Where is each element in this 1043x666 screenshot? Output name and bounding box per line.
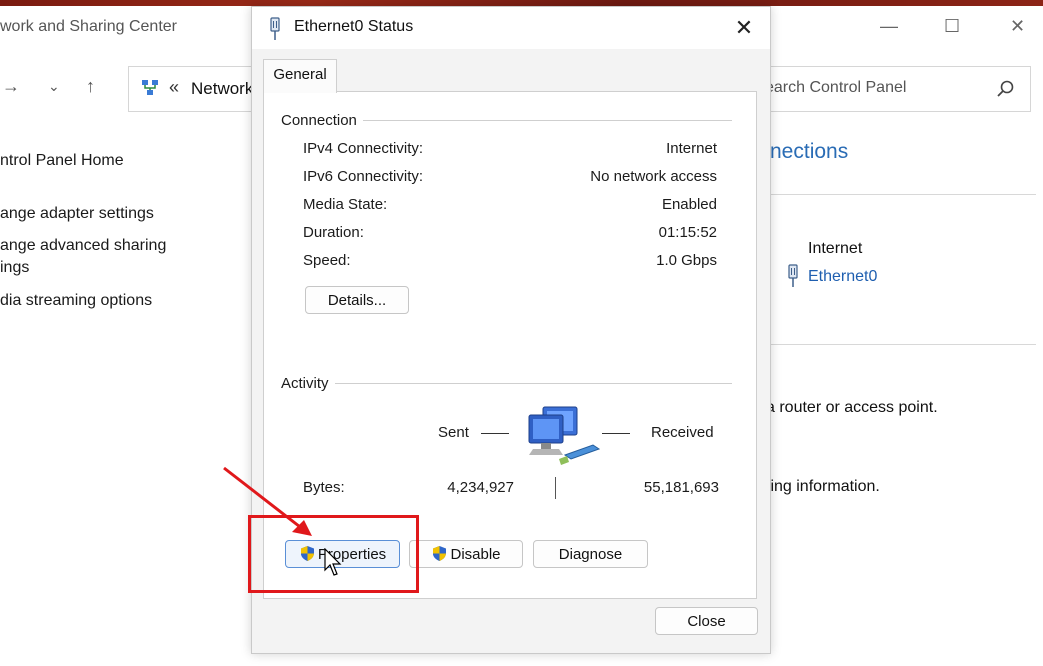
address-bar[interactable]: « Network — [128, 66, 269, 112]
duration-label: Duration: — [303, 224, 364, 241]
up-button[interactable]: ↑ — [86, 76, 95, 97]
ethernet0-link[interactable]: Ethernet0 — [808, 268, 877, 286]
change-advanced-sharing-link-line2[interactable]: ings — [0, 257, 29, 279]
received-label: Received — [651, 424, 714, 441]
mouse-cursor-icon — [324, 548, 342, 576]
bytes-sent-value: 4,234,927 — [447, 479, 514, 496]
tab-general[interactable]: General — [263, 59, 337, 93]
duration-value: 01:15:52 — [658, 224, 717, 241]
connection-group-label: Connection — [281, 112, 363, 129]
recent-dropdown-button[interactable]: ⌄ — [48, 78, 60, 95]
close-button[interactable]: ✕ — [1010, 16, 1025, 37]
divider — [768, 344, 1036, 345]
change-advanced-sharing-link[interactable]: ange advanced sharing — [0, 235, 166, 257]
close-button[interactable]: Close — [655, 607, 758, 635]
troubleshoot-description-text: ting information. — [766, 478, 880, 495]
bytes-separator — [555, 477, 556, 499]
disable-button-label: Disable — [450, 546, 501, 563]
ipv4-connectivity-value: Internet — [666, 140, 717, 157]
dialog-title: Ethernet0 Status — [294, 18, 414, 35]
activity-group-line — [282, 383, 732, 384]
minimize-button[interactable]: — — [880, 16, 898, 37]
address-separator: « — [169, 77, 180, 97]
window-title: work and Sharing Center — [0, 18, 177, 35]
sent-label: Sent — [438, 424, 469, 441]
network-type-value: Internet — [808, 240, 863, 257]
media-state-value: Enabled — [661, 196, 717, 213]
media-streaming-options-link[interactable]: dia streaming options — [0, 290, 152, 312]
dialog-titlebar[interactable]: Ethernet0 Status ✕ — [252, 7, 770, 49]
search-box[interactable]: earch Control Panel — [760, 66, 1031, 112]
received-line — [602, 433, 630, 434]
details-button[interactable]: Details... — [305, 286, 409, 314]
sent-line — [481, 433, 509, 434]
maximize-button[interactable]: ☐ — [944, 16, 960, 37]
network-activity-icon — [528, 406, 601, 465]
setup-description-text: a router or access point. — [766, 399, 938, 416]
network-icon — [142, 80, 158, 95]
search-icon[interactable] — [996, 79, 1016, 99]
active-networks-heading: nections — [770, 140, 849, 163]
ethernet-icon — [270, 17, 280, 40]
media-state-label: Media State: — [303, 196, 388, 213]
annotation-arrow-icon — [223, 466, 312, 536]
address-text: Network — [191, 79, 254, 98]
disable-button[interactable]: Disable — [409, 540, 523, 568]
uac-shield-icon — [433, 546, 447, 561]
ethernet-icon — [788, 264, 798, 287]
dialog-close-icon[interactable]: ✕ — [728, 13, 760, 43]
search-placeholder: earch Control Panel — [765, 79, 907, 96]
speed-label: Speed: — [303, 252, 351, 269]
bytes-received-value: 55,181,693 — [643, 479, 719, 496]
activity-group-label: Activity — [281, 375, 335, 392]
divider — [768, 194, 1036, 195]
ipv6-connectivity-value: No network access — [590, 168, 717, 185]
forward-button[interactable]: → — [2, 76, 20, 97]
ipv4-connectivity-label: IPv4 Connectivity: — [303, 140, 424, 157]
ipv6-connectivity-label: IPv6 Connectivity: — [303, 168, 424, 185]
change-adapter-settings-link[interactable]: ange adapter settings — [0, 203, 154, 225]
speed-value: 1.0 Gbps — [656, 252, 717, 269]
diagnose-button[interactable]: Diagnose — [533, 540, 648, 568]
control-panel-home-link[interactable]: ntrol Panel Home — [0, 150, 124, 172]
